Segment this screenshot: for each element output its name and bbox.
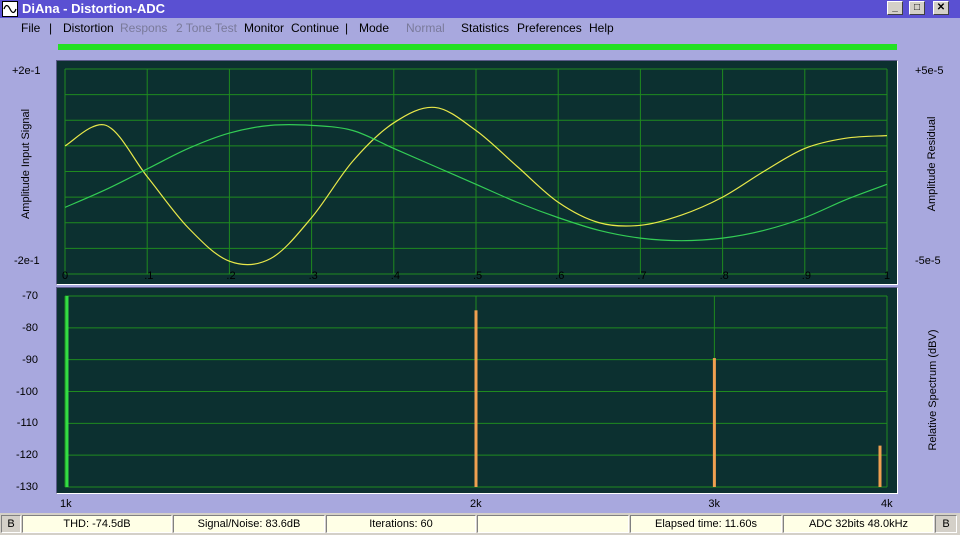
title-bar: DiAna - Distortion-ADC _ □ ✕: [0, 0, 960, 18]
waveform-x-tick-label: .7: [637, 270, 647, 282]
menu-separator: |: [49, 21, 53, 35]
relative-spectrum-label: Relative Spectrum (dBV): [927, 329, 939, 451]
spectrum-x-tick-label: 3k: [708, 498, 720, 510]
waveform-x-tick-label: .2: [226, 270, 236, 282]
status-right-mode: B: [935, 515, 957, 533]
waveform-plot[interactable]: [56, 60, 898, 285]
spectrum-canvas: [64, 295, 888, 488]
status-elapsed-time: Elapsed time: 11.60s: [630, 515, 782, 533]
waveform-x-tick-label: .3: [308, 270, 318, 282]
window-title: DiAna - Distortion-ADC: [22, 1, 165, 16]
waveform-x-tick-label: .8: [719, 270, 729, 282]
spectrum-x-tick-label: 4k: [881, 498, 893, 510]
menu-monitor[interactable]: Monitor: [244, 21, 284, 35]
menu-file[interactable]: File: [21, 21, 40, 35]
harmonic-bar-3k: [712, 358, 716, 487]
menu-preferences[interactable]: Preferences: [517, 21, 582, 35]
status-signal-noise: Signal/Noise: 83.6dB: [173, 515, 325, 533]
spectrum-x-tick-label: 2k: [470, 498, 482, 510]
status-blank: [477, 515, 629, 533]
right-ymin-label: -5e-5: [915, 255, 941, 267]
menu-distortion[interactable]: Distortion: [63, 21, 114, 35]
waveform-x-tick-label: 0: [62, 270, 69, 282]
waveform-x-tick-label: .5: [473, 270, 483, 282]
waveform-x-tick-label: .9: [801, 270, 811, 282]
waveform-x-tick-label: .6: [555, 270, 565, 282]
amplitude-residual-label: Amplitude Residual: [926, 116, 938, 212]
spectrum-y-tick-label: -120: [15, 449, 38, 462]
menu-bar: File | Distortion Respons 2 Tone Test Mo…: [0, 18, 960, 38]
spectrum-y-tick-label: -80: [22, 321, 38, 334]
status-adc: ADC 32bits 48.0kHz: [783, 515, 934, 533]
right-ymax-label: +5e-5: [915, 65, 944, 77]
spectrum-plot[interactable]: [56, 287, 898, 494]
menu-mode[interactable]: Mode: [359, 21, 389, 35]
spectrum-y-tick-label: -70: [22, 290, 38, 302]
status-left-mode: B: [1, 515, 21, 533]
status-iterations: Iterations: 60: [326, 515, 476, 533]
menu-continue[interactable]: Continue: [291, 21, 339, 35]
spectrum-y-tick-label: -130: [15, 481, 38, 493]
waveform-x-tick-label: .1: [144, 270, 154, 282]
spectrum-y-tick-label: -90: [22, 353, 38, 366]
menu-2-tone-test[interactable]: 2 Tone Test: [176, 21, 237, 35]
menu-help[interactable]: Help: [589, 21, 614, 35]
spectrum-y-tick-label: -110: [16, 417, 38, 430]
close-button[interactable]: ✕: [933, 1, 949, 15]
waveform-canvas: [64, 68, 888, 275]
amplitude-input-signal-label: Amplitude Input Signal: [20, 108, 32, 220]
fundamental-bar-1k: [65, 296, 69, 487]
menu-statistics[interactable]: Statistics: [461, 21, 509, 35]
harmonic-bar-4k: [878, 445, 882, 487]
left-ymin-label: -2e-1: [14, 255, 40, 267]
harmonic-bar-2k: [474, 310, 478, 487]
app-wave-icon[interactable]: [2, 1, 18, 17]
acquisition-progress-bar: [58, 44, 897, 50]
spectrum-y-tick-label: -100: [15, 385, 38, 398]
status-bar: B THD: -74.5dB Signal/Noise: 83.6dB Iter…: [0, 513, 960, 535]
menu-separator: |: [345, 21, 349, 35]
left-ymax-label: +2e-1: [12, 65, 41, 77]
maximize-button[interactable]: □: [909, 1, 925, 15]
waveform-x-tick-label: .4: [390, 270, 400, 282]
waveform-x-tick-label: 1: [884, 270, 891, 282]
menu-normal[interactable]: Normal: [406, 21, 445, 35]
minimize-button[interactable]: _: [887, 1, 903, 15]
spectrum-x-tick-label: 1k: [60, 498, 72, 510]
menu-respons[interactable]: Respons: [120, 21, 167, 35]
status-thd: THD: -74.5dB: [22, 515, 172, 533]
